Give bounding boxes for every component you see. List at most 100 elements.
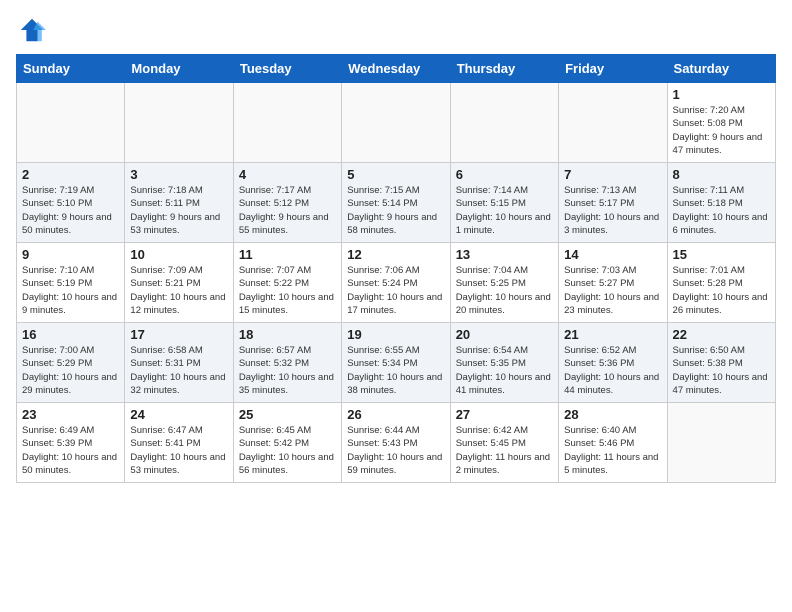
day-cell: 26 Sunrise: 6:44 AM Sunset: 5:43 PM Dayli… — [342, 403, 450, 483]
day-info: Sunrise: 7:06 AM Sunset: 5:24 PM Dayligh… — [347, 264, 444, 317]
day-info: Sunrise: 7:04 AM Sunset: 5:25 PM Dayligh… — [456, 264, 553, 317]
day-cell: 4Sunrise: 7:17 AM Sunset: 5:12 PM Daylig… — [233, 163, 341, 243]
day-number: 4 — [239, 167, 336, 182]
header — [16, 16, 776, 44]
day-info: Sunrise: 7:14 AM Sunset: 5:15 PM Dayligh… — [456, 184, 553, 237]
day-info: Sunrise: 7:01 AM Sunset: 5:28 PM Dayligh… — [673, 264, 770, 317]
day-cell: 5 Sunrise: 7:15 AM Sunset: 5:14 PM Daylig… — [342, 163, 450, 243]
day-number: 3 — [130, 167, 227, 182]
day-number: 11 — [239, 247, 336, 262]
day-info: Sunrise: 7:00 AM Sunset: 5:29 PM Dayligh… — [22, 344, 119, 397]
day-cell: 28 Sunrise: 6:40 AM Sunset: 5:46 PM Dayli… — [559, 403, 667, 483]
day-cell: 21 Sunrise: 6:52 AM Sunset: 5:36 PM Dayli… — [559, 323, 667, 403]
calendar-table: SundayMondayTuesdayWednesdayThursdayFrid… — [16, 54, 776, 483]
day-cell: 23 Sunrise: 6:49 AM Sunset: 5:39 PM Dayli… — [17, 403, 125, 483]
day-number: 8 — [673, 167, 770, 182]
day-number: 14 — [564, 247, 661, 262]
day-number: 17 — [130, 327, 227, 342]
day-cell: 27 Sunrise: 6:42 AM Sunset: 5:45 PM Dayli… — [450, 403, 558, 483]
day-number: 5 — [347, 167, 444, 182]
weekday-wednesday: Wednesday — [342, 55, 450, 83]
day-cell: 13 Sunrise: 7:04 AM Sunset: 5:25 PM Dayli… — [450, 243, 558, 323]
day-info: Sunrise: 6:57 AM Sunset: 5:32 PM Dayligh… — [239, 344, 336, 397]
day-cell: 24Sunrise: 6:47 AM Sunset: 5:41 PM Dayli… — [125, 403, 233, 483]
day-info: Sunrise: 6:42 AM Sunset: 5:45 PM Dayligh… — [456, 424, 553, 477]
weekday-header-row: SundayMondayTuesdayWednesdayThursdayFrid… — [17, 55, 776, 83]
day-cell: 25 Sunrise: 6:45 AM Sunset: 5:42 PM Dayli… — [233, 403, 341, 483]
day-info: Sunrise: 7:10 AM Sunset: 5:19 PM Dayligh… — [22, 264, 119, 317]
day-info: Sunrise: 6:58 AM Sunset: 5:31 PM Dayligh… — [130, 344, 227, 397]
day-info: Sunrise: 7:13 AM Sunset: 5:17 PM Dayligh… — [564, 184, 661, 237]
day-number: 23 — [22, 407, 119, 422]
day-info: Sunrise: 7:09 AM Sunset: 5:21 PM Dayligh… — [130, 264, 227, 317]
day-cell: 15 Sunrise: 7:01 AM Sunset: 5:28 PM Dayli… — [667, 243, 775, 323]
weekday-sunday: Sunday — [17, 55, 125, 83]
day-number: 16 — [22, 327, 119, 342]
day-number: 6 — [456, 167, 553, 182]
day-cell: 9 Sunrise: 7:10 AM Sunset: 5:19 PM Daylig… — [17, 243, 125, 323]
logo — [16, 16, 46, 44]
day-cell — [342, 83, 450, 163]
day-number: 15 — [673, 247, 770, 262]
day-info: Sunrise: 6:44 AM Sunset: 5:43 PM Dayligh… — [347, 424, 444, 477]
day-number: 22 — [673, 327, 770, 342]
day-info: Sunrise: 6:45 AM Sunset: 5:42 PM Dayligh… — [239, 424, 336, 477]
day-info: Sunrise: 7:15 AM Sunset: 5:14 PM Dayligh… — [347, 184, 444, 237]
day-number: 28 — [564, 407, 661, 422]
week-row-4: 16 Sunrise: 7:00 AM Sunset: 5:29 PM Dayli… — [17, 323, 776, 403]
day-cell: 11 Sunrise: 7:07 AM Sunset: 5:22 PM Dayli… — [233, 243, 341, 323]
day-number: 24 — [130, 407, 227, 422]
weekday-friday: Friday — [559, 55, 667, 83]
day-number: 18 — [239, 327, 336, 342]
day-number: 27 — [456, 407, 553, 422]
day-cell: 1Sunrise: 7:20 AM Sunset: 5:08 PM Daylig… — [667, 83, 775, 163]
day-info: Sunrise: 7:19 AM Sunset: 5:10 PM Dayligh… — [22, 184, 119, 237]
day-cell: 10Sunrise: 7:09 AM Sunset: 5:21 PM Dayli… — [125, 243, 233, 323]
day-number: 26 — [347, 407, 444, 422]
day-cell: 18 Sunrise: 6:57 AM Sunset: 5:32 PM Dayli… — [233, 323, 341, 403]
day-number: 7 — [564, 167, 661, 182]
day-info: Sunrise: 6:54 AM Sunset: 5:35 PM Dayligh… — [456, 344, 553, 397]
day-cell: 6 Sunrise: 7:14 AM Sunset: 5:15 PM Daylig… — [450, 163, 558, 243]
day-cell: 22Sunrise: 6:50 AM Sunset: 5:38 PM Dayli… — [667, 323, 775, 403]
day-info: Sunrise: 6:52 AM Sunset: 5:36 PM Dayligh… — [564, 344, 661, 397]
day-cell: 8 Sunrise: 7:11 AM Sunset: 5:18 PM Daylig… — [667, 163, 775, 243]
day-info: Sunrise: 6:49 AM Sunset: 5:39 PM Dayligh… — [22, 424, 119, 477]
day-cell: 14 Sunrise: 7:03 AM Sunset: 5:27 PM Dayli… — [559, 243, 667, 323]
day-cell — [450, 83, 558, 163]
day-info: Sunrise: 7:20 AM Sunset: 5:08 PM Dayligh… — [673, 104, 770, 157]
day-number: 19 — [347, 327, 444, 342]
day-cell: 17 Sunrise: 6:58 AM Sunset: 5:31 PM Dayli… — [125, 323, 233, 403]
day-cell: 12Sunrise: 7:06 AM Sunset: 5:24 PM Dayli… — [342, 243, 450, 323]
day-cell: 16 Sunrise: 7:00 AM Sunset: 5:29 PM Dayli… — [17, 323, 125, 403]
week-row-5: 23 Sunrise: 6:49 AM Sunset: 5:39 PM Dayli… — [17, 403, 776, 483]
day-cell — [125, 83, 233, 163]
week-row-2: 2 Sunrise: 7:19 AM Sunset: 5:10 PM Daylig… — [17, 163, 776, 243]
week-row-1: 1Sunrise: 7:20 AM Sunset: 5:08 PM Daylig… — [17, 83, 776, 163]
page: SundayMondayTuesdayWednesdayThursdayFrid… — [0, 0, 792, 493]
day-cell — [667, 403, 775, 483]
week-row-3: 9 Sunrise: 7:10 AM Sunset: 5:19 PM Daylig… — [17, 243, 776, 323]
day-info: Sunrise: 7:11 AM Sunset: 5:18 PM Dayligh… — [673, 184, 770, 237]
day-cell: 20 Sunrise: 6:54 AM Sunset: 5:35 PM Dayli… — [450, 323, 558, 403]
day-info: Sunrise: 7:07 AM Sunset: 5:22 PM Dayligh… — [239, 264, 336, 317]
day-number: 2 — [22, 167, 119, 182]
day-info: Sunrise: 7:18 AM Sunset: 5:11 PM Dayligh… — [130, 184, 227, 237]
weekday-tuesday: Tuesday — [233, 55, 341, 83]
day-cell — [559, 83, 667, 163]
day-cell — [17, 83, 125, 163]
day-cell — [233, 83, 341, 163]
day-number: 13 — [456, 247, 553, 262]
day-number: 25 — [239, 407, 336, 422]
day-cell: 3 Sunrise: 7:18 AM Sunset: 5:11 PM Daylig… — [125, 163, 233, 243]
day-info: Sunrise: 6:40 AM Sunset: 5:46 PM Dayligh… — [564, 424, 661, 477]
day-cell: 7 Sunrise: 7:13 AM Sunset: 5:17 PM Daylig… — [559, 163, 667, 243]
weekday-monday: Monday — [125, 55, 233, 83]
day-info: Sunrise: 7:03 AM Sunset: 5:27 PM Dayligh… — [564, 264, 661, 317]
day-cell: 2 Sunrise: 7:19 AM Sunset: 5:10 PM Daylig… — [17, 163, 125, 243]
weekday-saturday: Saturday — [667, 55, 775, 83]
day-number: 20 — [456, 327, 553, 342]
day-number: 21 — [564, 327, 661, 342]
day-info: Sunrise: 6:55 AM Sunset: 5:34 PM Dayligh… — [347, 344, 444, 397]
day-number: 9 — [22, 247, 119, 262]
